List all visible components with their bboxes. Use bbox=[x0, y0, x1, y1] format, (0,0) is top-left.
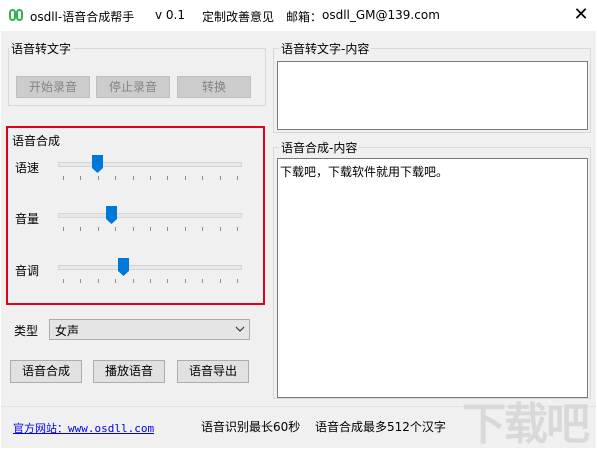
pitch-slider[interactable] bbox=[58, 258, 242, 284]
tts-content-text: 下载吧，下载软件就用下载吧。 bbox=[280, 165, 449, 179]
tts-content-title: 语音合成-内容 bbox=[279, 141, 360, 155]
chevron-down-icon bbox=[235, 326, 245, 332]
slider-tick bbox=[220, 279, 221, 283]
slider-tick bbox=[63, 176, 64, 180]
stt-group-title: 语音转文字 bbox=[9, 42, 74, 56]
speed-label: 语速 bbox=[15, 161, 40, 175]
tts-group-title: 语音合成 bbox=[10, 134, 63, 148]
convert-button[interactable]: 转换 bbox=[177, 76, 251, 98]
slider-tick bbox=[185, 176, 186, 180]
slider-tick bbox=[237, 176, 238, 180]
email-label: 邮箱： bbox=[286, 10, 323, 24]
slider-tick bbox=[202, 279, 203, 283]
slider-track bbox=[58, 265, 242, 270]
slider-tick bbox=[80, 279, 81, 283]
slider-tick bbox=[133, 279, 134, 283]
slider-tick bbox=[167, 176, 168, 180]
speed-slider[interactable] bbox=[58, 155, 242, 181]
slider-tick bbox=[150, 227, 151, 231]
tts-limit-text: 语音合成最多512个汉字 bbox=[315, 420, 446, 434]
stt-content-title: 语音转文字-内容 bbox=[279, 42, 372, 56]
feedback-link[interactable]: 定制改善意见 bbox=[202, 8, 274, 25]
type-label: 类型 bbox=[14, 324, 39, 338]
app-logo-icon bbox=[9, 9, 23, 21]
slider-thumb-icon[interactable] bbox=[118, 258, 129, 276]
slider-track bbox=[58, 213, 242, 218]
close-icon: ✕ bbox=[573, 4, 589, 25]
app-version: v 0.1 bbox=[155, 8, 185, 22]
voice-type-value: 女声 bbox=[55, 324, 80, 338]
slider-tick bbox=[80, 176, 81, 180]
slider-tick bbox=[98, 176, 99, 180]
slider-tick bbox=[63, 279, 64, 283]
slider-track bbox=[58, 162, 242, 167]
slider-tick bbox=[63, 227, 64, 231]
tts-content-textbox[interactable]: 下载吧，下载软件就用下载吧。 bbox=[277, 158, 588, 398]
slider-tick bbox=[237, 227, 238, 231]
watermark-logo: 下载吧 bbox=[462, 399, 590, 450]
slider-tick bbox=[133, 227, 134, 231]
slider-tick bbox=[185, 227, 186, 231]
slider-tick bbox=[98, 227, 99, 231]
export-audio-button[interactable]: 语音导出 bbox=[177, 360, 249, 383]
slider-tick bbox=[167, 279, 168, 283]
start-recording-button[interactable]: 开始录音 bbox=[16, 76, 90, 98]
slider-tick bbox=[202, 176, 203, 180]
close-button[interactable]: ✕ bbox=[570, 4, 592, 26]
slider-tick bbox=[115, 227, 116, 231]
slider-tick bbox=[167, 227, 168, 231]
slider-thumb-icon[interactable] bbox=[106, 206, 117, 224]
slider-tick bbox=[133, 176, 134, 180]
slider-thumb-icon[interactable] bbox=[92, 155, 103, 173]
stop-recording-button[interactable]: 停止录音 bbox=[96, 76, 170, 98]
slider-tick bbox=[98, 279, 99, 283]
slider-tick bbox=[202, 227, 203, 231]
slider-tick bbox=[115, 176, 116, 180]
title-bar: osdll-语音合成帮手 v 0.1 定制改善意见 邮箱： osdll_GM@1… bbox=[0, 0, 597, 31]
official-site-link[interactable]: 官方网站：www.osdll.com bbox=[13, 420, 154, 436]
slider-tick bbox=[220, 176, 221, 180]
slider-tick bbox=[237, 279, 238, 283]
volume-label: 音量 bbox=[15, 212, 40, 226]
play-audio-button[interactable]: 播放语音 bbox=[93, 360, 165, 383]
pitch-label: 音调 bbox=[15, 264, 40, 278]
email-address: osdll_GM@139.com bbox=[322, 8, 440, 22]
stt-limit-text: 语音识别最长60秒 bbox=[201, 420, 301, 434]
slider-tick bbox=[80, 227, 81, 231]
app-title: osdll-语音合成帮手 bbox=[30, 10, 135, 24]
slider-tick bbox=[115, 279, 116, 283]
slider-tick bbox=[150, 279, 151, 283]
slider-tick bbox=[220, 227, 221, 231]
slider-tick bbox=[185, 279, 186, 283]
volume-slider[interactable] bbox=[58, 206, 242, 232]
synthesize-button[interactable]: 语音合成 bbox=[10, 360, 82, 383]
stt-content-textbox[interactable] bbox=[277, 61, 588, 130]
slider-tick bbox=[150, 176, 151, 180]
voice-type-select[interactable]: 女声 bbox=[49, 319, 250, 340]
